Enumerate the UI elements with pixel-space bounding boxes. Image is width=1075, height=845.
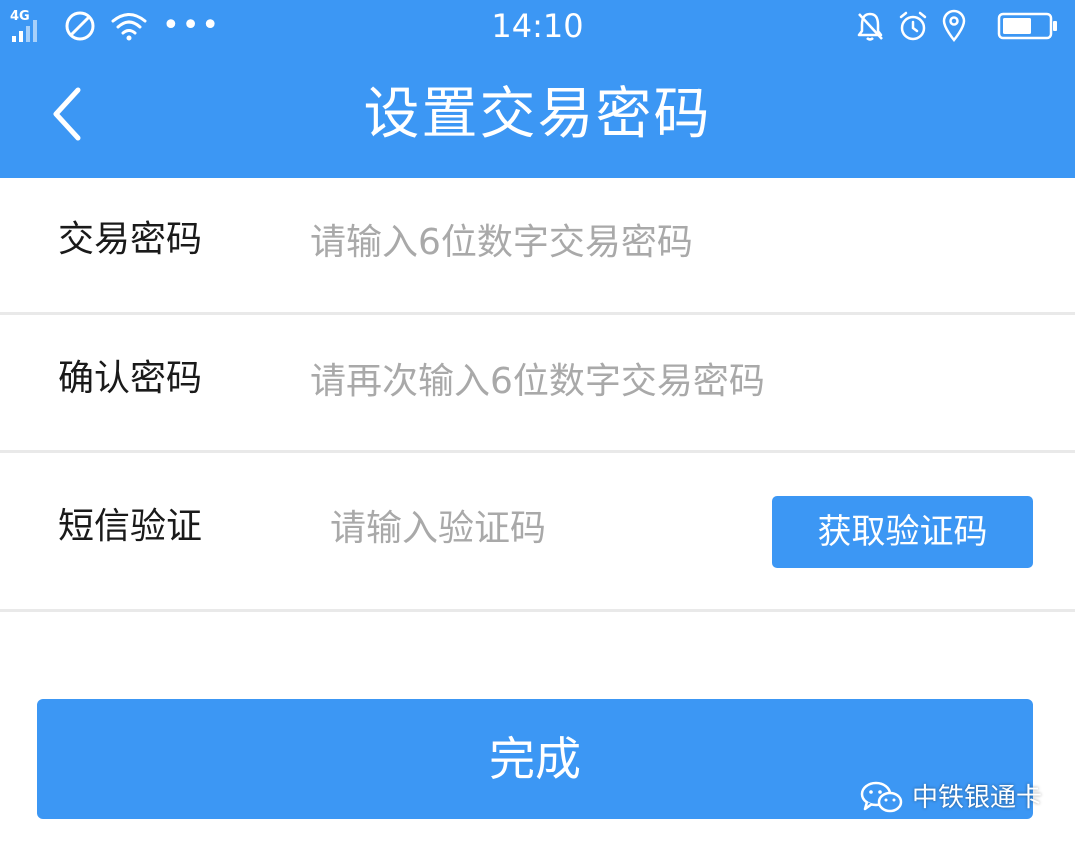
battery-icon	[997, 12, 1057, 40]
bell-off-icon	[857, 12, 883, 41]
watermark: 中铁银通卡	[860, 778, 1042, 818]
verification-code-input[interactable]	[330, 504, 750, 552]
get-verification-code-button[interactable]: 获取验证码	[772, 496, 1033, 568]
location-icon	[942, 9, 966, 42]
alarm-icon	[899, 11, 927, 41]
app-header: 4G ••• 14:10 设置交易密码	[0, 0, 1075, 178]
watermark-text: 中铁银通卡	[912, 783, 1043, 813]
wechat-icon	[860, 781, 903, 813]
confirm-password-row: 确认密码	[0, 315, 1075, 453]
sms-verification-label: 短信验证	[58, 506, 203, 547]
password-row: 交易密码	[0, 178, 1075, 315]
password-input[interactable]	[310, 218, 1010, 266]
confirm-password-input[interactable]	[310, 357, 1030, 405]
password-label: 交易密码	[58, 219, 203, 260]
status-bar-right	[855, 6, 1059, 46]
confirm-password-label: 确认密码	[58, 358, 203, 399]
sms-verification-row: 短信验证 获取验证码	[0, 453, 1075, 612]
page-title: 设置交易密码	[363, 82, 712, 147]
